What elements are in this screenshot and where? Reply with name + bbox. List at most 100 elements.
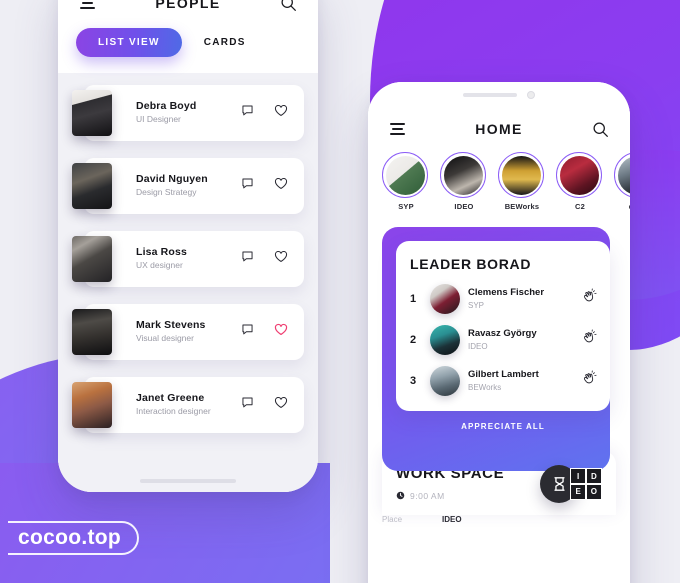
page-title: HOME [475,121,523,137]
person-name: Janet Greene [136,391,205,404]
appreciate-all-button[interactable]: APPRECIATE ALL [396,411,610,441]
rank-number: 3 [410,375,417,387]
list-item[interactable]: David Nguyen Design Strategy [72,158,304,214]
story-item[interactable]: dolla [614,152,630,211]
workspace-subrow: Place IDEO [382,515,616,524]
story-ring [498,152,544,198]
person-role: UX designer [136,260,183,271]
watermark-cocoo-top: cocoo.top [8,521,140,555]
story-thumbnail [385,155,425,195]
speaker-grille [463,93,517,97]
search-icon[interactable] [278,0,300,14]
leader-org: IDEO [468,341,488,351]
story-label: SYP [398,202,414,211]
person-name: David Nguyen [136,172,208,185]
leaderboard-row[interactable]: 1 Clemens Fischer SYP [410,284,598,314]
story-item[interactable]: SYP [382,152,430,211]
list-item[interactable]: Debra Boyd UI Designer [72,85,304,141]
ideo-logo-icon: I D E O [570,468,602,500]
ideo-logo-cell-4: O [586,484,601,499]
tab-list-view[interactable]: LIST VIEW [76,28,182,57]
home-app-header: HOME [368,108,630,146]
leader-name: Ravasz György [468,328,537,339]
people-list: Debra Boyd UI Designer David Nguyen Desi… [58,73,318,492]
person-role: Visual designer [136,333,194,344]
story-label: C2 [575,202,585,211]
phone-left-people: PEOPLE LIST VIEW CARDS Debra Boyd UI Des… [58,0,318,492]
person-role: Interaction designer [136,406,211,417]
hamburger-icon[interactable] [386,118,408,140]
heart-icon[interactable] [274,323,288,341]
watermark-text: cocoo.top [18,525,122,549]
list-item[interactable]: Lisa Ross UX designer [72,231,304,287]
story-item[interactable]: C2 [556,152,604,211]
story-ring [382,152,428,198]
message-icon[interactable] [241,323,254,341]
page-title: PEOPLE [155,0,221,11]
workspace-time-text: 9:00 AM [410,491,445,501]
home-indicator [140,479,236,483]
rank-number: 1 [410,293,417,305]
message-icon[interactable] [241,250,254,268]
story-thumbnail [559,155,599,195]
avatar [430,366,460,396]
tab-cards[interactable]: CARDS [204,37,246,48]
stories-strip[interactable]: SYP IDEO BEWorks C2 [368,146,630,221]
leaderboard-row[interactable]: 3 Gilbert Lambert BEWorks [410,366,598,396]
avatar [72,236,112,282]
story-item[interactable]: BEWorks [498,152,546,211]
clap-icon[interactable] [581,329,598,351]
workspace-sub-left: Place [382,515,403,524]
leader-org: SYP [468,300,485,310]
people-app-header: PEOPLE [58,0,318,20]
heart-icon[interactable] [274,104,288,122]
avatar [72,90,112,136]
workspace-sub-right: IDEO [442,515,462,524]
story-ring [440,152,486,198]
heart-icon[interactable] [274,250,288,268]
list-item[interactable]: Janet Greene Interaction designer [72,377,304,433]
avatar [72,163,112,209]
leader-name: Clemens Fischer [468,287,545,298]
leaderboard-title: LEADER BORAD [410,256,532,272]
leaderboard-card: LEADER BORAD 1 Clemens Fischer SYP 2 Rav… [396,241,610,411]
app-mockup-canvas: PEOPLE LIST VIEW CARDS Debra Boyd UI Des… [0,0,680,583]
phone-right-home: HOME SYP IDEO BEWorks C2 LEADER BORAD 1 … [368,82,630,583]
clock-icon [396,487,405,505]
workspace-logos: I D E O [540,465,602,505]
clap-icon[interactable] [581,288,598,310]
clap-icon[interactable] [581,370,598,392]
heart-icon[interactable] [274,396,288,414]
ideo-logo-cell-3: E [571,484,586,499]
front-camera-icon [527,91,535,99]
story-thumbnail [501,155,541,195]
search-icon[interactable] [590,118,612,140]
story-ring [614,152,630,198]
hamburger-icon[interactable] [76,0,98,14]
message-icon[interactable] [241,396,254,414]
list-item[interactable]: Mark Stevens Visual designer [72,304,304,360]
person-name: Mark Stevens [136,318,206,331]
leaderboard-row[interactable]: 2 Ravasz György IDEO [410,325,598,355]
avatar [430,325,460,355]
leaderboard-section: LEADER BORAD 1 Clemens Fischer SYP 2 Rav… [382,227,630,471]
person-role: UI Designer [136,114,181,125]
story-label: BEWorks [504,202,540,211]
message-icon[interactable] [241,177,254,195]
heart-icon[interactable] [274,177,288,195]
avatar [72,382,112,428]
message-icon[interactable] [241,104,254,122]
leader-org: BEWorks [468,382,502,392]
people-screen: PEOPLE LIST VIEW CARDS Debra Boyd UI Des… [58,0,318,492]
leader-name: Gilbert Lambert [468,369,539,380]
ideo-logo-cell-1: I [571,469,586,484]
view-tabs: LIST VIEW CARDS [58,20,318,73]
story-thumbnail [443,155,483,195]
person-role: Design Strategy [136,187,197,198]
avatar [72,309,112,355]
rank-number: 2 [410,334,417,346]
story-item[interactable]: IDEO [440,152,488,211]
phone-notch [368,82,630,108]
story-thumbnail [617,155,630,195]
home-screen: HOME SYP IDEO BEWorks C2 LEADER BORAD 1 … [368,82,630,583]
